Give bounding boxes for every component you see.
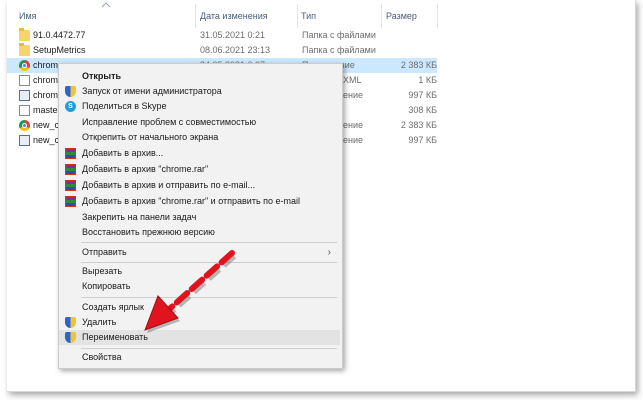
annotation-arrow (144, 250, 236, 333)
